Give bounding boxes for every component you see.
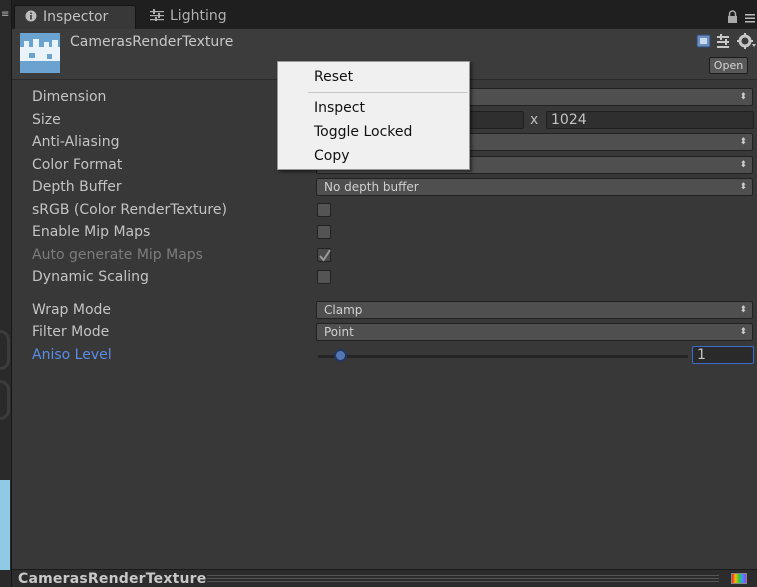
property-auto-generate-mip-maps: Auto generate Mip Maps xyxy=(12,245,757,267)
auto-generate-mip-maps-checkbox xyxy=(317,248,331,262)
info-icon xyxy=(25,10,37,22)
preview-bar: CamerasRenderTexture xyxy=(12,569,757,587)
tab-inspector-label: Inspector xyxy=(43,9,109,25)
property-depth-buffer: Depth Buffer No depth buffer ⬍ xyxy=(12,177,757,199)
filter-mode-label: Filter Mode xyxy=(32,324,110,340)
dropdown-arrow-icon: ⬍ xyxy=(739,182,747,192)
checkmark-icon xyxy=(319,249,331,262)
depth-buffer-dropdown[interactable]: No depth buffer ⬍ xyxy=(316,178,753,196)
color-format-label: Color Format xyxy=(32,157,123,173)
aniso-level-label: Aniso Level xyxy=(32,347,112,363)
header-icons xyxy=(696,33,756,49)
property-aniso-level: Aniso Level 1 xyxy=(12,345,757,367)
dimension-label: Dimension xyxy=(32,89,107,105)
dropdown-arrow-icon: ⬍ xyxy=(739,92,747,102)
dynamic-scaling-checkbox[interactable] xyxy=(317,270,331,284)
filter-mode-dropdown[interactable]: Point ⬍ xyxy=(316,323,753,341)
enable-mip-maps-label: Enable Mip Maps xyxy=(32,224,151,240)
dropdown-arrow-icon: ⬍ xyxy=(739,327,747,337)
dropdown-arrow-icon: ⬍ xyxy=(739,160,747,170)
dropdown-arrow-icon: ⬍ xyxy=(739,137,747,147)
presets-icon[interactable] xyxy=(717,34,729,48)
anti-aliasing-label: Anti-Aliasing xyxy=(32,134,120,150)
wrap-mode-label: Wrap Mode xyxy=(32,302,112,318)
left-panel-edge: ≡ xyxy=(0,0,12,587)
size-height-field[interactable]: 1024 xyxy=(546,111,754,129)
property-enable-mip-maps: Enable Mip Maps xyxy=(12,222,757,244)
aniso-level-field[interactable]: 1 xyxy=(692,346,754,364)
depth-buffer-label: Depth Buffer xyxy=(32,179,122,195)
dynamic-scaling-label: Dynamic Scaling xyxy=(32,269,149,285)
render-texture-thumbnail xyxy=(20,33,60,73)
help-book-icon[interactable] xyxy=(696,34,711,48)
property-dynamic-scaling: Dynamic Scaling xyxy=(12,267,757,289)
tab-lighting-label: Lighting xyxy=(170,8,227,24)
property-wrap-mode: Wrap Mode Clamp ⬍ xyxy=(12,300,757,322)
property-filter-mode: Filter Mode Point ⬍ xyxy=(12,322,757,344)
decorative-ring xyxy=(0,380,10,420)
sliders-icon xyxy=(150,9,164,21)
lock-icon[interactable] xyxy=(728,10,737,23)
menu-item-toggle-locked[interactable]: Toggle Locked xyxy=(314,123,412,141)
menu-item-inspect[interactable]: Inspect xyxy=(314,99,365,117)
context-menu: Reset Inspect Toggle Locked Copy xyxy=(277,61,470,170)
drag-handle[interactable] xyxy=(207,575,719,582)
scene-preview-strip xyxy=(0,480,10,570)
size-x-label: x xyxy=(530,112,539,128)
tab-inspector[interactable]: Inspector xyxy=(14,5,136,29)
wrap-mode-value: Clamp xyxy=(324,303,363,317)
tab-bar: Inspector Lighting xyxy=(12,0,757,29)
menu-separator xyxy=(308,92,468,93)
tab-tools xyxy=(728,10,755,23)
wrap-mode-dropdown[interactable]: Clamp ⬍ xyxy=(316,301,753,319)
menu-item-copy[interactable]: Copy xyxy=(314,147,350,165)
decorative-ring xyxy=(0,330,10,370)
menu-icon[interactable] xyxy=(745,14,755,23)
aniso-level-slider-track[interactable] xyxy=(318,355,688,358)
enable-mip-maps-checkbox[interactable] xyxy=(317,225,331,239)
srgb-checkbox[interactable] xyxy=(317,203,331,217)
gear-icon[interactable] xyxy=(737,33,756,49)
menu-item-reset[interactable]: Reset xyxy=(314,68,353,86)
filter-mode-value: Point xyxy=(324,325,354,339)
open-button[interactable]: Open xyxy=(709,57,748,74)
auto-generate-mip-maps-label: Auto generate Mip Maps xyxy=(32,247,203,263)
tab-lighting[interactable]: Lighting xyxy=(146,5,246,29)
asset-name: CamerasRenderTexture xyxy=(70,34,234,50)
property-srgb: sRGB (Color RenderTexture) xyxy=(12,200,757,222)
srgb-label: sRGB (Color RenderTexture) xyxy=(32,202,227,218)
color-channels-icon[interactable] xyxy=(731,573,747,584)
size-label: Size xyxy=(32,112,61,128)
dropdown-arrow-icon: ⬍ xyxy=(739,305,747,315)
aniso-level-slider-thumb[interactable] xyxy=(334,349,348,362)
preview-title: CamerasRenderTexture xyxy=(18,571,207,587)
panel-menu-icon[interactable]: ≡ xyxy=(1,9,9,20)
depth-buffer-value: No depth buffer xyxy=(324,180,419,194)
